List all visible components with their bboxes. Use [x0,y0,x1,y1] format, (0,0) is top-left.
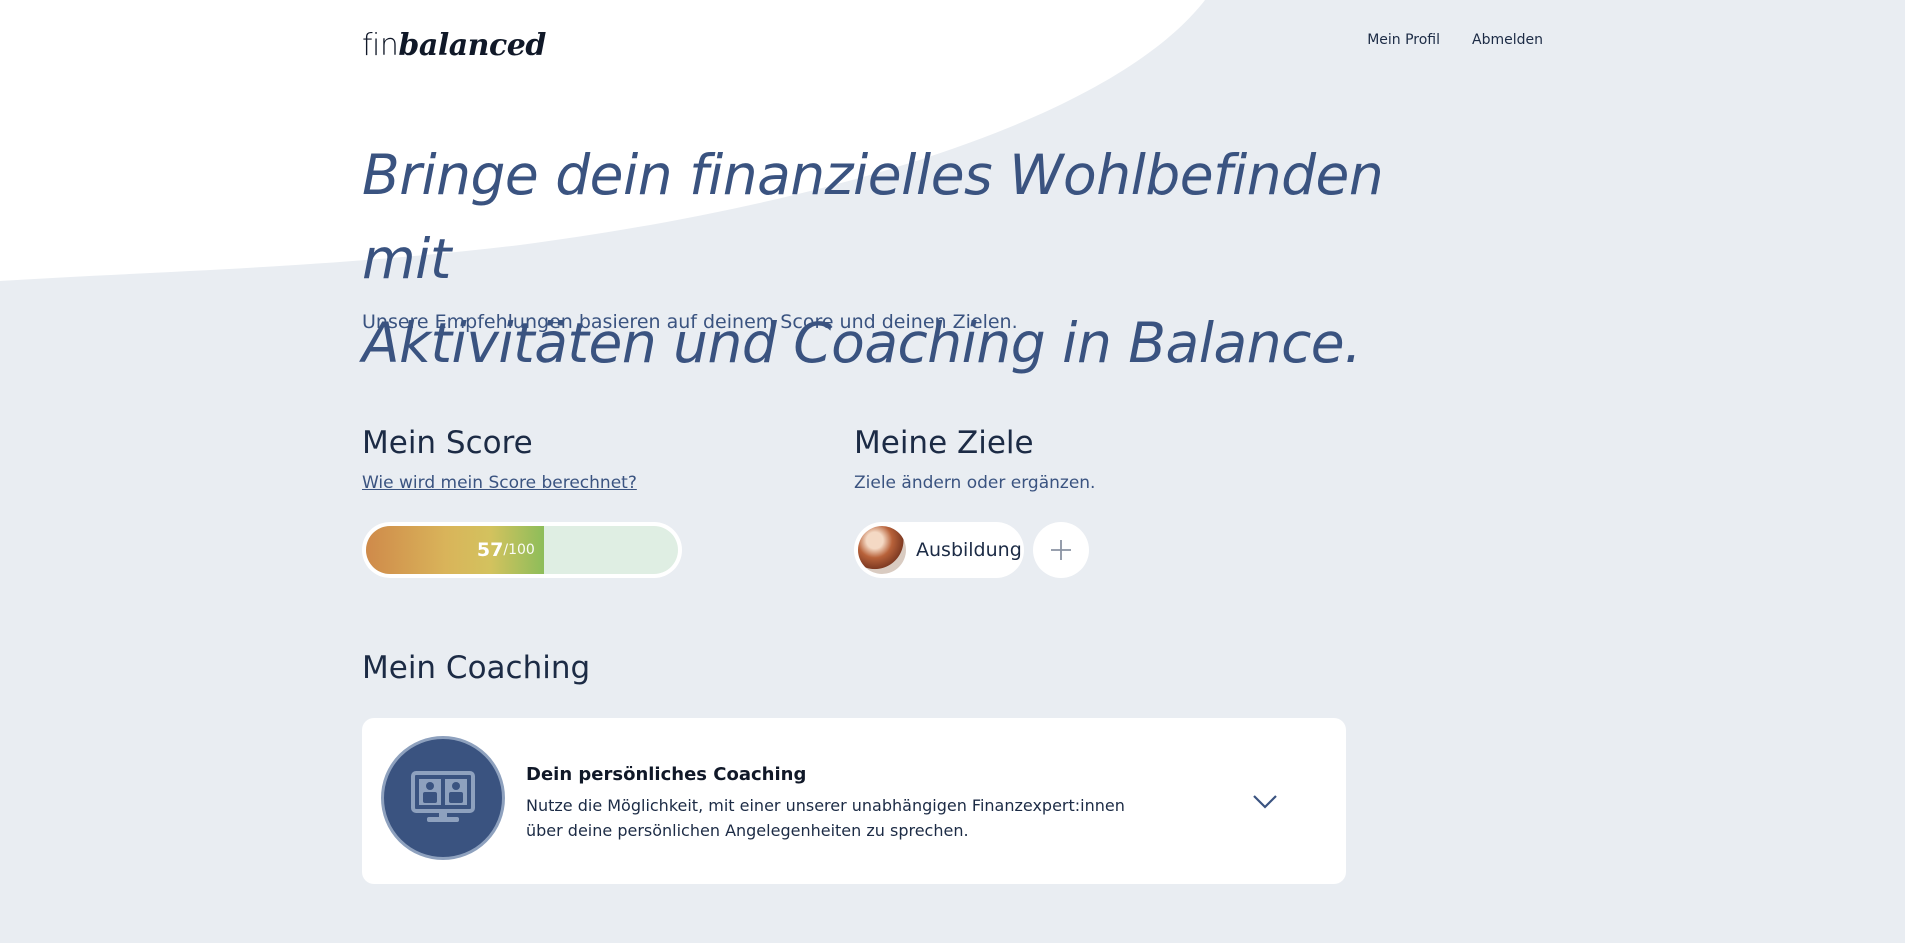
coaching-card[interactable]: Dein persönliches Coaching Nutze die Mög… [362,718,1346,884]
hero-title: Bringe dein finanzielles Wohlbefinden mi… [362,133,1462,385]
page: finbalanced Mein Profil Abmelden Bringe … [0,0,1905,943]
nav-profile-link[interactable]: Mein Profil [1367,32,1440,48]
score-value: 57 [476,539,504,561]
logo-text-balanced: balanced [398,28,546,63]
score-section-title: Mein Score [362,425,533,461]
score-fill: 57/100 [366,526,544,574]
goal-chip-ausbildung[interactable]: Ausbildung [854,522,1024,578]
logo-text-fin: fin [362,28,399,63]
nav-logout-link[interactable]: Abmelden [1472,32,1543,48]
goals-subtitle: Ziele ändern oder ergänzen. [854,473,1096,493]
hero-title-line-1: Bringe dein finanzielles Wohlbefinden mi… [362,143,1384,291]
plus-icon [1051,540,1071,560]
goals-section-title: Meine Ziele [854,425,1034,461]
video-call-icon [381,736,505,860]
score-label: 57/100 [477,526,544,574]
score-explanation-link[interactable]: Wie wird mein Score berechnet? [362,473,637,493]
add-goal-button[interactable] [1033,522,1089,578]
goal-image-education [858,526,906,574]
score-max: /100 [503,542,535,558]
score-track: 57/100 [366,526,678,574]
coaching-section-title: Mein Coaching [362,650,591,686]
coaching-card-text: Nutze die Möglichkeit, mit einer unserer… [526,796,1125,840]
hero-subtitle: Unsere Empfehlungen basieren auf deinem … [362,311,1018,333]
chevron-down-icon[interactable] [1250,788,1280,814]
top-nav: Mein Profil Abmelden [1367,32,1543,48]
score-bar: 57/100 [362,522,682,578]
coaching-card-title: Dein persönliches Coaching [526,764,807,785]
logo[interactable]: finbalanced [362,28,546,63]
goal-label: Ausbildung [916,539,1022,561]
header: finbalanced Mein Profil Abmelden [362,22,1543,66]
